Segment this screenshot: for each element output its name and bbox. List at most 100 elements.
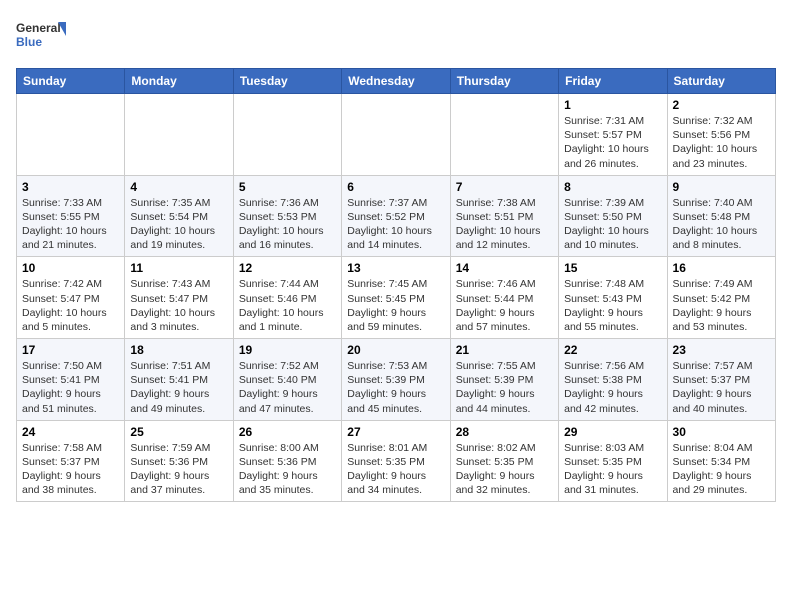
day-number: 6 bbox=[347, 180, 444, 194]
day-cell: 25 Sunrise: 7:59 AM Sunset: 5:36 PM Dayli… bbox=[125, 420, 233, 502]
day-info: Sunrise: 7:52 AM Sunset: 5:40 PM Dayligh… bbox=[239, 359, 336, 416]
day-cell bbox=[17, 94, 125, 176]
day-cell: 28 Sunrise: 8:02 AM Sunset: 5:35 PM Dayli… bbox=[450, 420, 558, 502]
day-info: Sunrise: 7:48 AM Sunset: 5:43 PM Dayligh… bbox=[564, 277, 661, 334]
day-number: 2 bbox=[673, 98, 770, 112]
day-info: Sunrise: 7:36 AM Sunset: 5:53 PM Dayligh… bbox=[239, 196, 336, 253]
day-info: Sunrise: 7:37 AM Sunset: 5:52 PM Dayligh… bbox=[347, 196, 444, 253]
day-info: Sunrise: 8:04 AM Sunset: 5:34 PM Dayligh… bbox=[673, 441, 770, 498]
day-info: Sunrise: 8:03 AM Sunset: 5:35 PM Dayligh… bbox=[564, 441, 661, 498]
day-cell: 26 Sunrise: 8:00 AM Sunset: 5:36 PM Dayli… bbox=[233, 420, 341, 502]
day-number: 27 bbox=[347, 425, 444, 439]
day-cell: 27 Sunrise: 8:01 AM Sunset: 5:35 PM Dayli… bbox=[342, 420, 450, 502]
day-cell bbox=[233, 94, 341, 176]
day-info: Sunrise: 7:31 AM Sunset: 5:57 PM Dayligh… bbox=[564, 114, 661, 171]
day-number: 15 bbox=[564, 261, 661, 275]
day-number: 4 bbox=[130, 180, 227, 194]
week-row-5: 24 Sunrise: 7:58 AM Sunset: 5:37 PM Dayli… bbox=[17, 420, 776, 502]
calendar-table: SundayMondayTuesdayWednesdayThursdayFrid… bbox=[16, 68, 776, 502]
day-cell: 22 Sunrise: 7:56 AM Sunset: 5:38 PM Dayli… bbox=[559, 339, 667, 421]
day-cell: 2 Sunrise: 7:32 AM Sunset: 5:56 PM Daylig… bbox=[667, 94, 775, 176]
weekday-header-row: SundayMondayTuesdayWednesdayThursdayFrid… bbox=[17, 69, 776, 94]
day-cell: 12Sunrise: 7:44 AM Sunset: 5:46 PM Dayli… bbox=[233, 257, 341, 339]
day-number: 1 bbox=[564, 98, 661, 112]
day-number: 20 bbox=[347, 343, 444, 357]
day-info: Sunrise: 7:33 AM Sunset: 5:55 PM Dayligh… bbox=[22, 196, 119, 253]
day-number: 26 bbox=[239, 425, 336, 439]
day-info: Sunrise: 7:58 AM Sunset: 5:37 PM Dayligh… bbox=[22, 441, 119, 498]
day-cell: 10 Sunrise: 7:42 AM Sunset: 5:47 PM Dayli… bbox=[17, 257, 125, 339]
day-number: 3 bbox=[22, 180, 119, 194]
day-info: Sunrise: 7:42 AM Sunset: 5:47 PM Dayligh… bbox=[22, 277, 119, 334]
logo-svg: General Blue bbox=[16, 16, 66, 58]
day-cell: 24 Sunrise: 7:58 AM Sunset: 5:37 PM Dayli… bbox=[17, 420, 125, 502]
day-info: Sunrise: 7:53 AM Sunset: 5:39 PM Dayligh… bbox=[347, 359, 444, 416]
weekday-header-sunday: Sunday bbox=[17, 69, 125, 94]
day-info: Sunrise: 7:43 AM Sunset: 5:47 PM Dayligh… bbox=[130, 277, 227, 334]
day-cell: 3 Sunrise: 7:33 AM Sunset: 5:55 PM Daylig… bbox=[17, 175, 125, 257]
day-info: Sunrise: 7:46 AM Sunset: 5:44 PM Dayligh… bbox=[456, 277, 553, 334]
day-info: Sunrise: 8:02 AM Sunset: 5:35 PM Dayligh… bbox=[456, 441, 553, 498]
day-cell: 29 Sunrise: 8:03 AM Sunset: 5:35 PM Dayli… bbox=[559, 420, 667, 502]
day-info: Sunrise: 7:39 AM Sunset: 5:50 PM Dayligh… bbox=[564, 196, 661, 253]
day-number: 17 bbox=[22, 343, 119, 357]
day-cell bbox=[450, 94, 558, 176]
weekday-header-friday: Friday bbox=[559, 69, 667, 94]
day-cell: 20 Sunrise: 7:53 AM Sunset: 5:39 PM Dayli… bbox=[342, 339, 450, 421]
day-info: Sunrise: 7:59 AM Sunset: 5:36 PM Dayligh… bbox=[130, 441, 227, 498]
day-cell: 8 Sunrise: 7:39 AM Sunset: 5:50 PM Daylig… bbox=[559, 175, 667, 257]
day-number: 22 bbox=[564, 343, 661, 357]
day-cell: 1 Sunrise: 7:31 AM Sunset: 5:57 PM Daylig… bbox=[559, 94, 667, 176]
day-info: Sunrise: 8:01 AM Sunset: 5:35 PM Dayligh… bbox=[347, 441, 444, 498]
day-number: 30 bbox=[673, 425, 770, 439]
day-cell: 5 Sunrise: 7:36 AM Sunset: 5:53 PM Daylig… bbox=[233, 175, 341, 257]
weekday-header-thursday: Thursday bbox=[450, 69, 558, 94]
day-cell: 13 Sunrise: 7:45 AM Sunset: 5:45 PM Dayli… bbox=[342, 257, 450, 339]
day-info: Sunrise: 7:50 AM Sunset: 5:41 PM Dayligh… bbox=[22, 359, 119, 416]
day-number: 16 bbox=[673, 261, 770, 275]
svg-text:General: General bbox=[16, 21, 61, 35]
day-info: Sunrise: 7:32 AM Sunset: 5:56 PM Dayligh… bbox=[673, 114, 770, 171]
day-cell: 23Sunrise: 7:57 AM Sunset: 5:37 PM Dayli… bbox=[667, 339, 775, 421]
day-number: 13 bbox=[347, 261, 444, 275]
day-info: Sunrise: 7:55 AM Sunset: 5:39 PM Dayligh… bbox=[456, 359, 553, 416]
day-number: 14 bbox=[456, 261, 553, 275]
day-info: Sunrise: 7:57 AM Sunset: 5:37 PM Dayligh… bbox=[673, 359, 770, 416]
day-number: 12 bbox=[239, 261, 336, 275]
day-cell: 6 Sunrise: 7:37 AM Sunset: 5:52 PM Daylig… bbox=[342, 175, 450, 257]
day-cell: 14 Sunrise: 7:46 AM Sunset: 5:44 PM Dayli… bbox=[450, 257, 558, 339]
day-number: 11 bbox=[130, 261, 227, 275]
day-cell: 21Sunrise: 7:55 AM Sunset: 5:39 PM Dayli… bbox=[450, 339, 558, 421]
weekday-header-wednesday: Wednesday bbox=[342, 69, 450, 94]
day-cell: 11 Sunrise: 7:43 AM Sunset: 5:47 PM Dayli… bbox=[125, 257, 233, 339]
day-info: Sunrise: 8:00 AM Sunset: 5:36 PM Dayligh… bbox=[239, 441, 336, 498]
weekday-header-monday: Monday bbox=[125, 69, 233, 94]
week-row-3: 10 Sunrise: 7:42 AM Sunset: 5:47 PM Dayli… bbox=[17, 257, 776, 339]
day-number: 10 bbox=[22, 261, 119, 275]
day-number: 19 bbox=[239, 343, 336, 357]
day-info: Sunrise: 7:35 AM Sunset: 5:54 PM Dayligh… bbox=[130, 196, 227, 253]
day-number: 24 bbox=[22, 425, 119, 439]
day-cell: 18Sunrise: 7:51 AM Sunset: 5:41 PM Dayli… bbox=[125, 339, 233, 421]
day-cell bbox=[342, 94, 450, 176]
day-cell: 17 Sunrise: 7:50 AM Sunset: 5:41 PM Dayli… bbox=[17, 339, 125, 421]
svg-text:Blue: Blue bbox=[16, 35, 42, 49]
week-row-1: 1 Sunrise: 7:31 AM Sunset: 5:57 PM Daylig… bbox=[17, 94, 776, 176]
logo: General Blue bbox=[16, 16, 66, 58]
weekday-header-tuesday: Tuesday bbox=[233, 69, 341, 94]
day-number: 7 bbox=[456, 180, 553, 194]
week-row-2: 3 Sunrise: 7:33 AM Sunset: 5:55 PM Daylig… bbox=[17, 175, 776, 257]
day-number: 25 bbox=[130, 425, 227, 439]
day-number: 29 bbox=[564, 425, 661, 439]
day-number: 5 bbox=[239, 180, 336, 194]
day-info: Sunrise: 7:45 AM Sunset: 5:45 PM Dayligh… bbox=[347, 277, 444, 334]
day-cell: 30 Sunrise: 8:04 AM Sunset: 5:34 PM Dayli… bbox=[667, 420, 775, 502]
day-cell: 19 Sunrise: 7:52 AM Sunset: 5:40 PM Dayli… bbox=[233, 339, 341, 421]
day-info: Sunrise: 7:40 AM Sunset: 5:48 PM Dayligh… bbox=[673, 196, 770, 253]
day-info: Sunrise: 7:49 AM Sunset: 5:42 PM Dayligh… bbox=[673, 277, 770, 334]
day-number: 9 bbox=[673, 180, 770, 194]
day-number: 28 bbox=[456, 425, 553, 439]
day-info: Sunrise: 7:56 AM Sunset: 5:38 PM Dayligh… bbox=[564, 359, 661, 416]
day-number: 8 bbox=[564, 180, 661, 194]
day-cell: 9 Sunrise: 7:40 AM Sunset: 5:48 PM Daylig… bbox=[667, 175, 775, 257]
